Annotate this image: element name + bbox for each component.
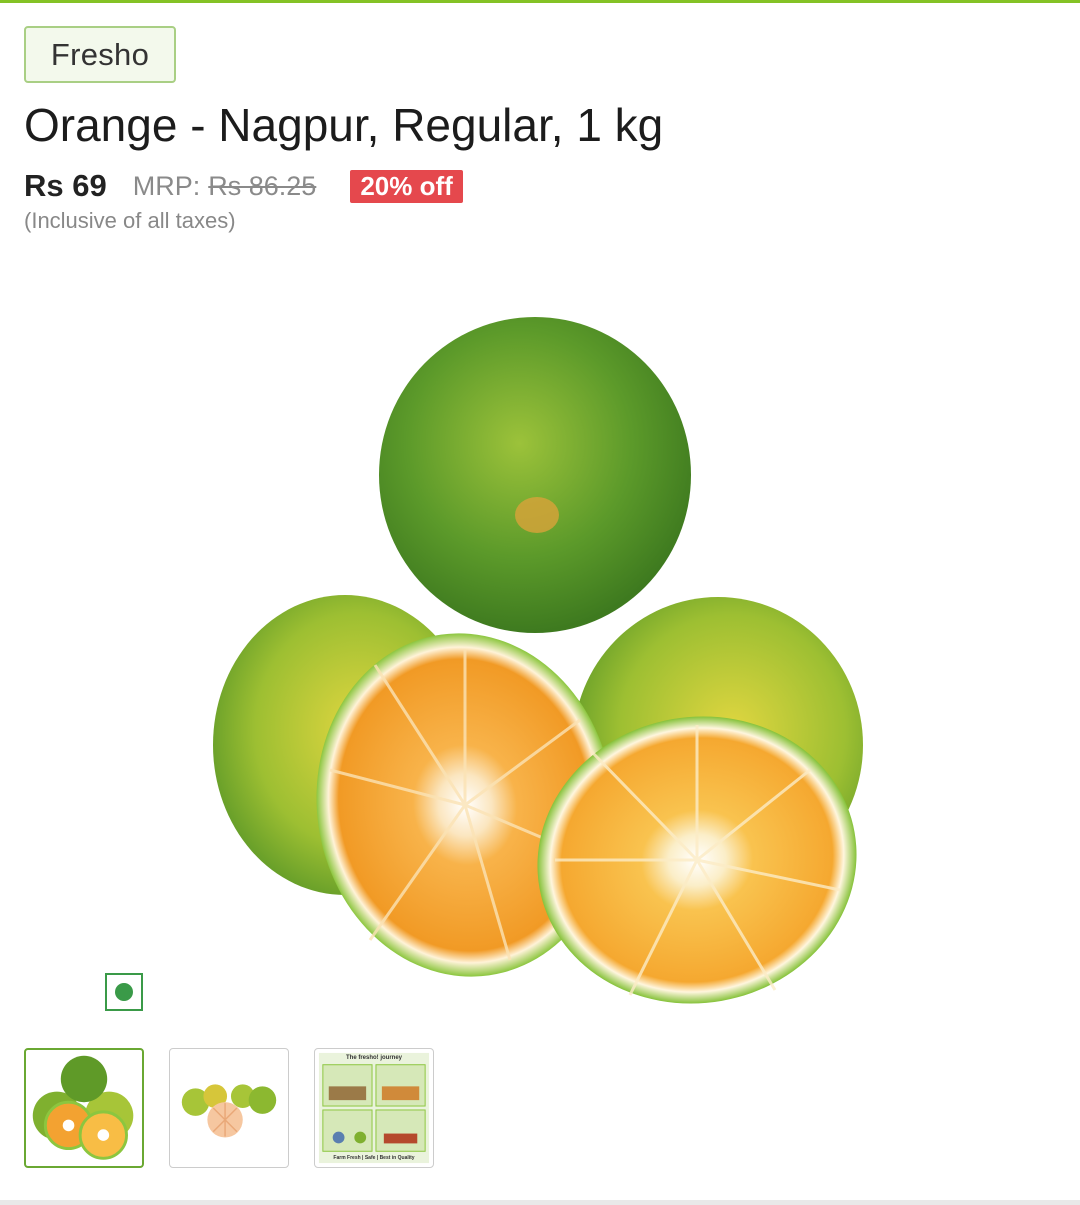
journey-title: The fresho! journey	[345, 1055, 402, 1061]
brand-badge[interactable]: Fresho	[24, 26, 176, 83]
selling-price: Rs 69	[24, 168, 107, 203]
bottom-divider	[0, 1200, 1080, 1205]
product-main-image[interactable]	[200, 300, 880, 1020]
mrp-value: Rs 86.25	[208, 170, 317, 201]
thumbnail-oranges-peeled[interactable]	[169, 1048, 289, 1168]
top-accent-bar	[0, 0, 1080, 3]
veg-mark-icon	[105, 973, 143, 1011]
tax-note: (Inclusive of all taxes)	[24, 208, 236, 233]
thumbnail-strip: The fresho! journey Farm Fresh | Safe | …	[24, 1048, 434, 1168]
veg-dot	[115, 983, 133, 1001]
mrp-label: MRP:	[132, 170, 201, 201]
price-row: Rs 69 MRP: Rs 86.25 20% off	[24, 166, 463, 206]
journey-footer: Farm Fresh | Safe | Best in Quality	[333, 1155, 415, 1161]
thumbnail-orange-pile[interactable]	[24, 1048, 144, 1168]
thumbnail-fresho-journey[interactable]: The fresho! journey Farm Fresh | Safe | …	[314, 1048, 434, 1168]
discount-badge: 20% off	[350, 169, 463, 203]
product-title: Orange - Nagpur, Regular, 1 kg	[24, 99, 664, 151]
